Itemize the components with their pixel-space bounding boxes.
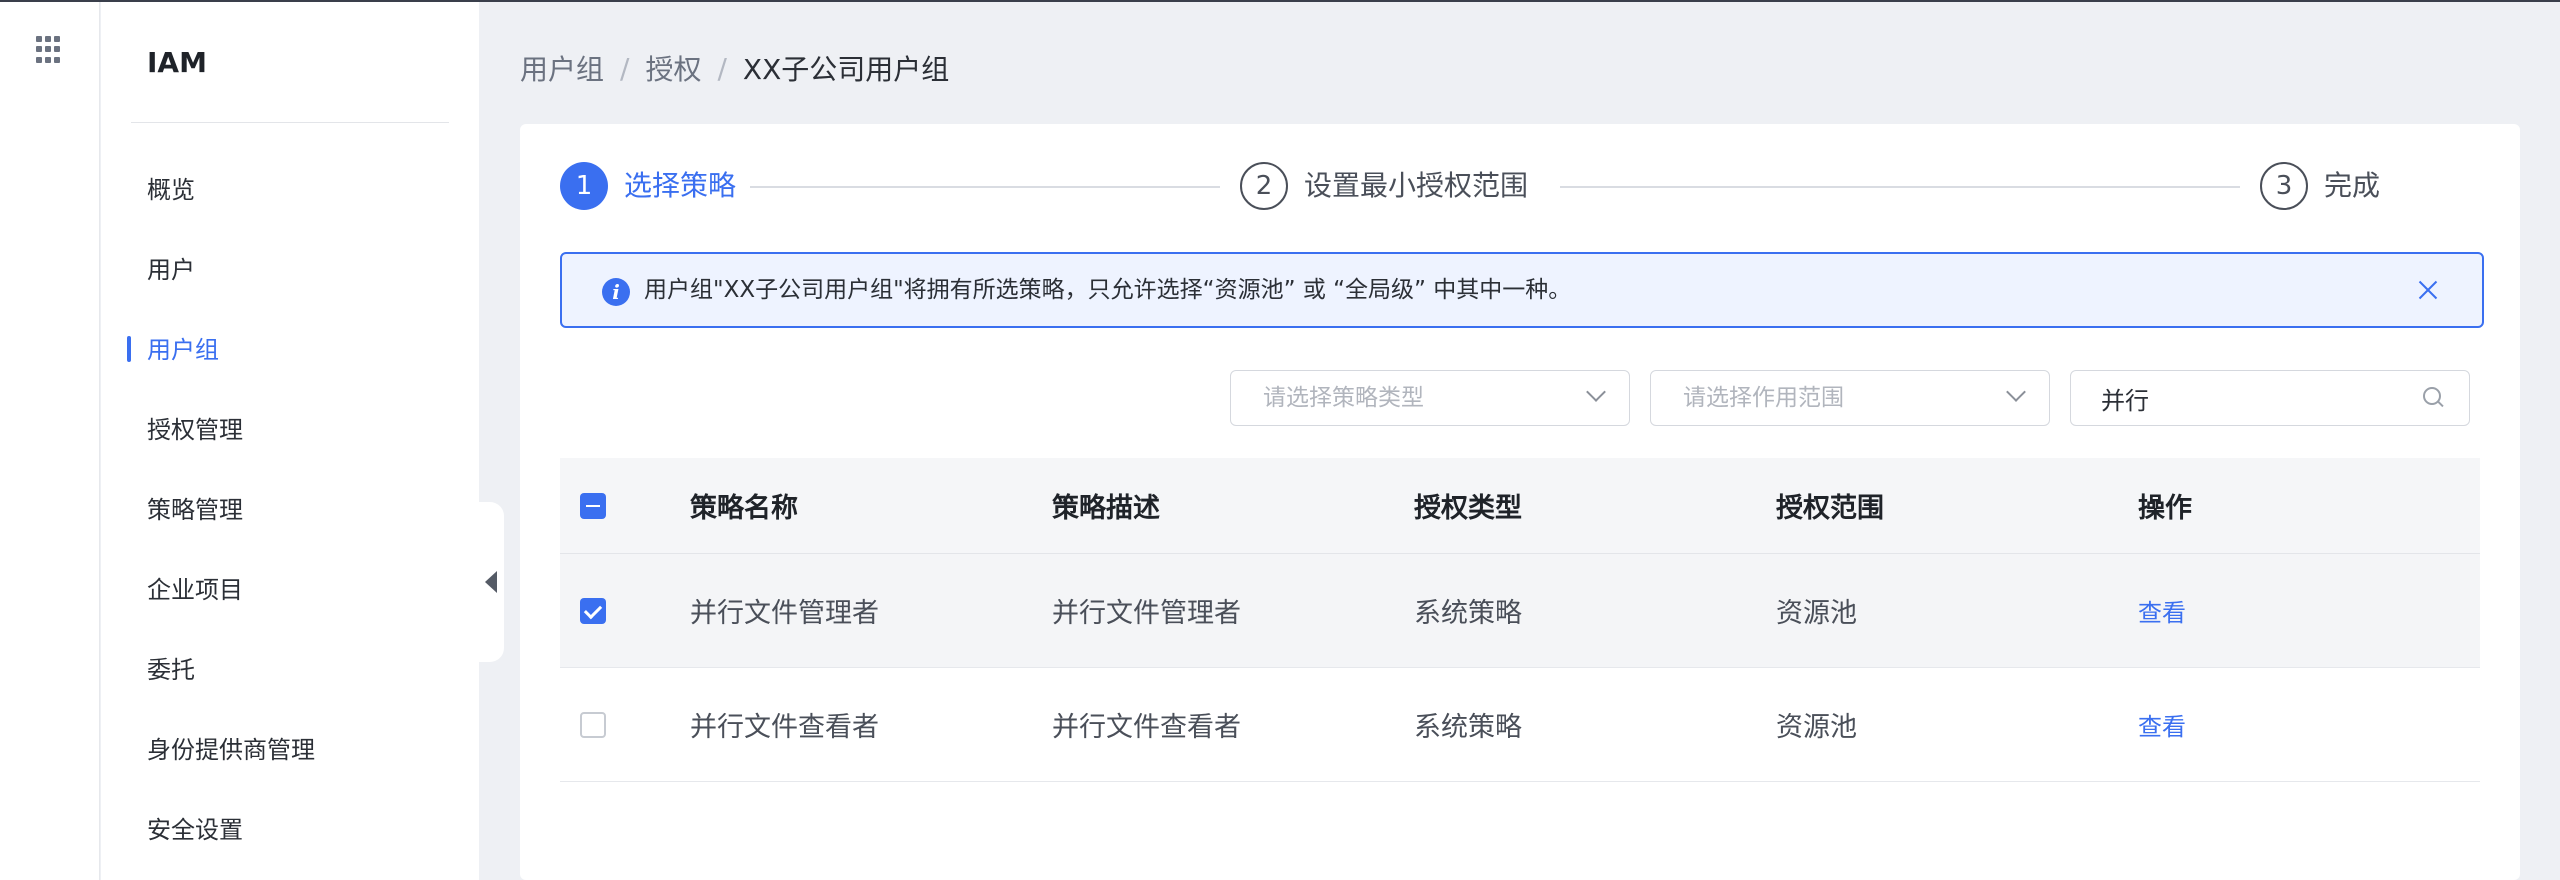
policy-name: 并行文件管理者 (690, 598, 879, 629)
column-header-actions: 操作 (2138, 493, 2192, 524)
apps-grid-icon[interactable] (36, 36, 64, 64)
stepper: 1 选择策略 2 设置最小授权范围 3 完成 (560, 162, 2500, 212)
breadcrumb-current: XX子公司用户组 (742, 53, 950, 86)
row-checkbox[interactable] (580, 712, 606, 738)
table-row[interactable]: 并行文件管理者 并行文件管理者 系统策略 资源池 查看 (560, 554, 2480, 668)
policy-type: 系统策略 (1414, 712, 1522, 743)
policy-scope: 资源池 (1776, 598, 1857, 629)
search-box (2070, 370, 2470, 426)
policy-table: 策略名称 策略描述 授权类型 授权范围 操作 并行文件管理者 并行文件管理者 系… (560, 458, 2480, 782)
search-input[interactable] (2101, 379, 2401, 417)
info-alert: i 用户组"XX子公司用户组"将拥有所选策略，只允许选择“资源池” 或 “全局级… (560, 252, 2484, 328)
breadcrumb-item-authorize[interactable]: 授权 (645, 48, 701, 88)
sidebar-nav: 概览 用户 用户组 授权管理 策略管理 企业项目 委托 身份提供商管理 安全设置 (101, 150, 479, 870)
chevron-down-icon (2006, 382, 2026, 402)
column-header-type: 授权类型 (1414, 493, 1522, 524)
sidebar-item-users[interactable]: 用户 (101, 230, 479, 310)
row-checkbox[interactable] (580, 598, 606, 624)
breadcrumb-separator: / (620, 51, 630, 85)
sidebar-item-authorization[interactable]: 授权管理 (101, 390, 479, 470)
step-1-label: 选择策略 (624, 169, 737, 202)
view-link[interactable]: 查看 (2138, 554, 2186, 667)
scope-placeholder: 请选择作用范围 (1683, 385, 1844, 411)
policy-type-placeholder: 请选择策略类型 (1263, 385, 1424, 411)
breadcrumb: 用户组 / 授权 / XX子公司用户组 (520, 48, 949, 88)
policy-scope: 资源池 (1776, 712, 1857, 743)
select-all-checkbox[interactable] (580, 493, 606, 519)
policy-description: 并行文件管理者 (1052, 598, 1241, 629)
breadcrumb-separator: / (717, 51, 727, 85)
sidebar-item-security-settings[interactable]: 安全设置 (101, 790, 479, 870)
sidebar-item-identity-providers[interactable]: 身份提供商管理 (101, 710, 479, 790)
main-card: 1 选择策略 2 设置最小授权范围 3 完成 i 用户组"XX子公司用户组"将拥… (520, 124, 2520, 880)
chevron-down-icon (1586, 382, 1606, 402)
column-header-description: 策略描述 (1052, 493, 1160, 524)
alert-message: 用户组"XX子公司用户组"将拥有所选策略，只允许选择“资源池” 或 “全局级” … (644, 277, 1572, 303)
table-header-row: 策略名称 策略描述 授权类型 授权范围 操作 (560, 458, 2480, 554)
caret-left-icon (485, 571, 497, 593)
policy-type-select[interactable]: 请选择策略类型 (1230, 370, 1630, 426)
policy-type: 系统策略 (1414, 598, 1522, 629)
search-icon[interactable] (2423, 387, 2445, 409)
sidebar-collapse-button[interactable] (478, 502, 504, 662)
divider (131, 122, 449, 123)
step-3-indicator: 3 (2260, 162, 2308, 210)
view-link[interactable]: 查看 (2138, 668, 2186, 781)
sidebar-item-enterprise-projects[interactable]: 企业项目 (101, 550, 479, 630)
step-connector (750, 186, 1220, 188)
step-connector (1560, 186, 2240, 188)
step-2-indicator: 2 (1240, 162, 1288, 210)
column-header-name: 策略名称 (690, 493, 798, 524)
policy-description: 并行文件查看者 (1052, 712, 1241, 743)
sidebar-item-agencies[interactable]: 委托 (101, 630, 479, 710)
close-icon[interactable] (2414, 276, 2442, 304)
policy-name: 并行文件查看者 (690, 712, 879, 743)
app-rail (0, 2, 100, 880)
step-1-indicator: 1 (560, 162, 608, 210)
breadcrumb-item-user-groups[interactable]: 用户组 (520, 48, 604, 88)
scope-select[interactable]: 请选择作用范围 (1650, 370, 2050, 426)
sidebar-item-user-groups[interactable]: 用户组 (101, 310, 479, 390)
sidebar: IAM 概览 用户 用户组 授权管理 策略管理 企业项目 委托 身份提供商管理 … (101, 2, 479, 880)
sidebar-item-policies[interactable]: 策略管理 (101, 470, 479, 550)
brand-title: IAM (147, 46, 207, 79)
column-header-scope: 授权范围 (1776, 493, 1884, 524)
step-3-label: 完成 (2324, 169, 2381, 202)
step-2-label: 设置最小授权范围 (1304, 169, 1529, 202)
sidebar-item-overview[interactable]: 概览 (101, 150, 479, 230)
table-row[interactable]: 并行文件查看者 并行文件查看者 系统策略 资源池 查看 (560, 668, 2480, 782)
info-icon: i (602, 278, 630, 306)
